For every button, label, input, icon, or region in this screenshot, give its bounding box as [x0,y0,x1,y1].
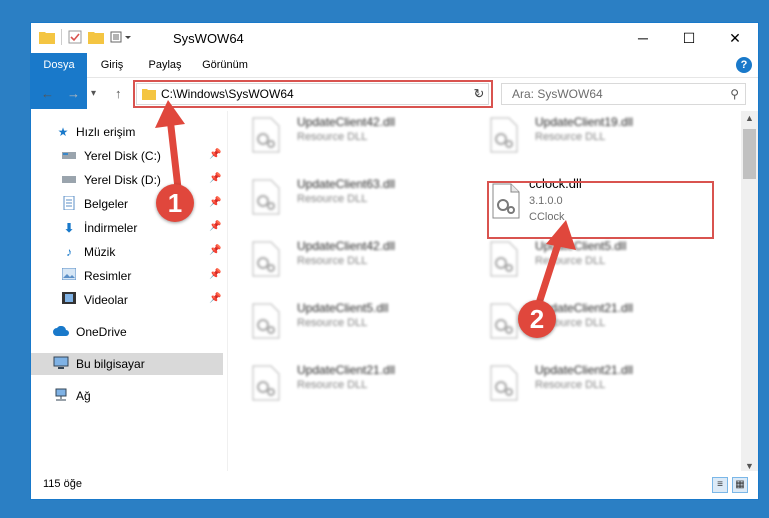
arrow-2-shaft [536,234,564,304]
step-1-badge: 1 [156,184,194,222]
arrow-2-head [546,220,576,250]
step-2-badge: 2 [518,300,556,338]
arrow-1-head [155,100,185,128]
annotation-arrows [155,100,576,304]
arrow-1-shaft [166,114,182,192]
